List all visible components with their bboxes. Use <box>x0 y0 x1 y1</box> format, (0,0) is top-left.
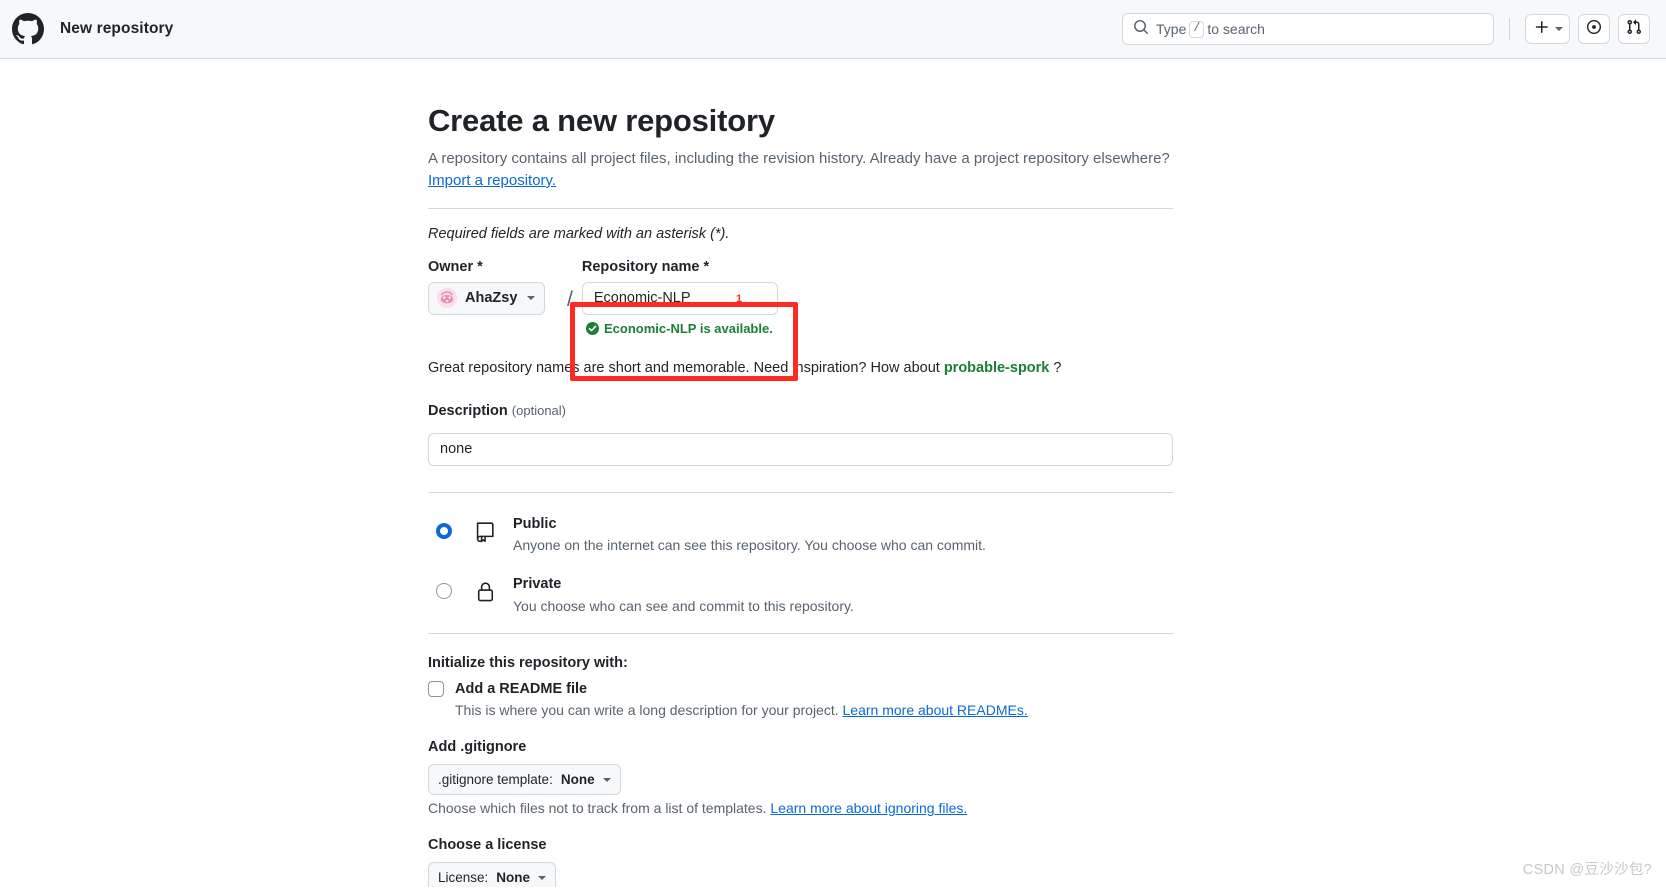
check-circle-icon <box>586 321 599 335</box>
lock-icon <box>474 580 498 608</box>
owner-name-value: AhaZsy <box>465 290 518 306</box>
header-divider <box>1509 18 1510 40</box>
owner-repo-row: Owner * AhaZsy / Repository name * Econo… <box>428 259 1173 315</box>
plus-icon <box>1534 19 1550 40</box>
header-left-group: New repository <box>12 13 173 45</box>
github-mark-icon[interactable] <box>12 13 44 45</box>
public-title: Public <box>513 515 557 532</box>
form-subtitle-text: A repository contains all project files,… <box>428 150 1170 167</box>
description-input[interactable] <box>428 432 1173 466</box>
chevron-down-icon <box>602 777 611 782</box>
visibility-option-private[interactable]: Private You choose who can see and commi… <box>428 572 1173 616</box>
public-texts: Public Anyone on the internet can see th… <box>513 512 986 556</box>
search-prefix: Type <box>1156 21 1187 37</box>
description-label: Description (optional) <box>428 403 1173 419</box>
owner-field-group: Owner * AhaZsy <box>428 259 558 315</box>
required-fields-note: Required fields are marked with an aster… <box>428 225 730 242</box>
public-description: Anyone on the internet can see this repo… <box>513 536 986 553</box>
watermark: CSDN @豆沙沙包? <box>1522 862 1652 878</box>
page-title: New repository <box>60 20 174 37</box>
issue-opened-icon <box>1586 19 1602 40</box>
search-placeholder-text: Type / to search <box>1156 20 1265 38</box>
repo-icon <box>474 520 498 548</box>
visibility-options: Public Anyone on the internet can see th… <box>428 512 1173 617</box>
divider-top <box>428 207 1173 209</box>
private-radio[interactable] <box>436 583 452 600</box>
readme-checkbox-row[interactable]: Add a README file <box>428 681 1173 698</box>
add-readme-checkbox[interactable] <box>428 681 444 698</box>
license-select-value: None <box>496 870 531 886</box>
owner-select-button[interactable]: AhaZsy <box>428 281 546 315</box>
repository-name-field-group: Repository name * <box>581 258 778 315</box>
gitignore-note: Choose which files not to track from a l… <box>428 800 1173 816</box>
app-header: New repository Type / to search <box>0 0 1666 59</box>
page-body: Create a new repository A repository con… <box>0 59 1666 887</box>
divider-visibility-top <box>428 491 1173 493</box>
issues-button[interactable] <box>1578 14 1610 44</box>
private-texts: Private You choose who can see and commi… <box>513 572 854 616</box>
chevron-down-icon <box>527 296 536 300</box>
repository-name-label: Repository name * <box>581 258 710 275</box>
suggested-repo-name-link[interactable]: probable-spork <box>944 360 1050 376</box>
owner-repo-separator: / <box>567 287 573 311</box>
header-right-group: Type / to search <box>1122 13 1650 45</box>
gitignore-select-value: None <box>560 772 595 788</box>
new-repository-form: Create a new repository A repository con… <box>428 59 1173 887</box>
search-input[interactable]: Type / to search <box>1122 13 1494 45</box>
avatar <box>437 288 457 308</box>
description-label-text: Description <box>428 402 508 419</box>
search-icon <box>1133 19 1149 40</box>
git-pull-request-icon <box>1626 19 1642 40</box>
license-heading: Choose a license <box>428 837 547 854</box>
inspiration-prefix: Great repository names are short and mem… <box>428 359 940 376</box>
learn-more-readmes-link[interactable]: Learn more about READMEs. <box>843 702 1028 718</box>
license-select[interactable]: License: None <box>428 862 557 887</box>
owner-label: Owner * <box>428 258 483 275</box>
divider-initialize-top <box>428 633 1173 635</box>
annotation-number-label: 1 <box>736 293 743 305</box>
add-readme-label: Add a README file <box>455 681 588 698</box>
visibility-option-public[interactable]: Public Anyone on the internet can see th… <box>428 512 1173 556</box>
pull-requests-button[interactable] <box>1618 14 1650 44</box>
gitignore-template-select[interactable]: .gitignore template: None <box>428 764 621 796</box>
create-new-menu-button[interactable] <box>1525 14 1570 44</box>
repository-name-input[interactable] <box>581 281 778 315</box>
gitignore-note-text: Choose which files not to track from a l… <box>428 800 767 817</box>
initialize-heading: Initialize this repository with: <box>428 655 628 672</box>
search-kbd-badge: / <box>1189 20 1205 38</box>
inspiration-hint: Great repository names are short and mem… <box>428 360 1173 376</box>
gitignore-heading: Add .gitignore <box>428 739 527 756</box>
readme-note: This is where you can write a long descr… <box>455 702 1173 718</box>
gitignore-select-prefix: .gitignore template: <box>438 772 553 788</box>
inspiration-suffix: ? <box>1053 359 1062 376</box>
license-select-prefix: License: <box>438 870 489 886</box>
public-radio[interactable] <box>436 522 452 539</box>
private-description: You choose who can see and commit to thi… <box>513 597 854 614</box>
learn-more-ignoring-files-link[interactable]: Learn more about ignoring files. <box>770 800 967 816</box>
description-optional-tag: (optional) <box>511 402 566 418</box>
form-heading: Create a new repository <box>428 103 775 138</box>
search-suffix: to search <box>1207 21 1265 37</box>
private-title: Private <box>513 576 562 593</box>
form-subtitle: A repository contains all project files,… <box>428 148 1173 192</box>
import-repository-link[interactable]: Import a repository. <box>428 172 556 189</box>
readme-note-text: This is where you can write a long descr… <box>455 702 839 719</box>
availability-text: Economic-NLP is available. <box>604 320 773 336</box>
chevron-down-icon <box>1555 27 1563 31</box>
description-field-group: Description (optional) <box>428 403 1173 466</box>
chevron-down-icon <box>538 875 547 880</box>
repository-name-availability: Economic-NLP is available. <box>586 321 1173 336</box>
